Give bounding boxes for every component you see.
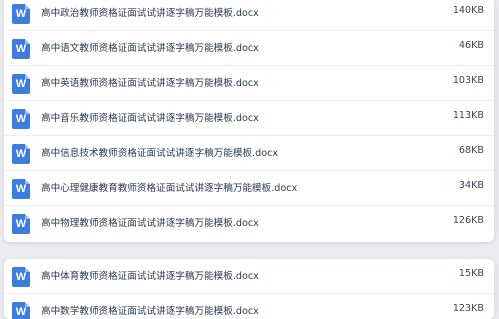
file-row[interactable]: W 高中英语教师资格证面试试讲逐字稿万能模板.docx 103KB xyxy=(4,66,494,101)
file-size: 68KB xyxy=(458,145,484,156)
word-document-icon: W xyxy=(12,109,30,129)
file-row[interactable]: W 高中心理健康教育教师资格证面试试讲逐字稿万能模板.docx 34KB xyxy=(4,171,494,206)
file-name[interactable]: 高中体育教师资格证面试试讲逐字稿万能模板.docx xyxy=(41,268,259,282)
word-document-icon: W xyxy=(12,267,30,287)
file-name[interactable]: 高中政治教师资格证面试试讲逐字稿万能模板.docx xyxy=(41,5,259,19)
word-document-icon: W xyxy=(12,144,30,164)
file-size: 140KB xyxy=(452,5,484,16)
word-document-icon: W xyxy=(12,179,30,199)
file-row[interactable]: W 高中物理教师资格证面试试讲逐字稿万能模板.docx 126KB xyxy=(4,206,494,241)
file-row[interactable]: W 高中体育教师资格证面试试讲逐字稿万能模板.docx 15KB xyxy=(4,259,494,294)
file-row[interactable]: W 高中音乐教师资格证面试试讲逐字稿万能模板.docx 113KB xyxy=(4,101,494,136)
word-document-icon: W xyxy=(12,74,30,94)
word-document-icon: W xyxy=(12,39,30,59)
file-row[interactable]: W 高中政治教师资格证面试试讲逐字稿万能模板.docx 140KB xyxy=(4,0,494,31)
file-list-card: W 高中政治教师资格证面试试讲逐字稿万能模板.docx 140KB W 高中语文… xyxy=(4,0,494,242)
file-size: 15KB xyxy=(458,268,484,279)
file-size: 46KB xyxy=(458,40,484,51)
file-name[interactable]: 高中英语教师资格证面试试讲逐字稿万能模板.docx xyxy=(41,75,259,89)
file-size: 123KB xyxy=(452,303,484,314)
file-row[interactable]: W 高中信息技术教师资格证面试试讲逐字稿万能模板.docx 68KB xyxy=(4,136,494,171)
word-document-icon: W xyxy=(12,214,30,234)
file-size: 34KB xyxy=(458,180,484,191)
file-size: 103KB xyxy=(452,75,484,86)
file-name[interactable]: 高中物理教师资格证面试试讲逐字稿万能模板.docx xyxy=(41,215,259,229)
file-size: 113KB xyxy=(452,110,484,121)
file-name[interactable]: 高中语文教师资格证面试试讲逐字稿万能模板.docx xyxy=(41,40,259,54)
file-row[interactable]: W 高中语文教师资格证面试试讲逐字稿万能模板.docx 46KB xyxy=(4,31,494,66)
file-size: 126KB xyxy=(452,215,484,226)
word-document-icon: W xyxy=(12,4,30,24)
file-row[interactable]: W 高中数学教师资格证面试试讲逐字稿万能模板.docx 123KB xyxy=(4,294,494,319)
file-name[interactable]: 高中信息技术教师资格证面试试讲逐字稿万能模板.docx xyxy=(41,145,278,159)
file-list-card: W 高中体育教师资格证面试试讲逐字稿万能模板.docx 15KB W 高中数学教… xyxy=(4,259,494,319)
file-name[interactable]: 高中心理健康教育教师资格证面试试讲逐字稿万能模板.docx xyxy=(41,180,297,194)
file-name[interactable]: 高中数学教师资格证面试试讲逐字稿万能模板.docx xyxy=(41,303,259,317)
file-name[interactable]: 高中音乐教师资格证面试试讲逐字稿万能模板.docx xyxy=(41,110,259,124)
